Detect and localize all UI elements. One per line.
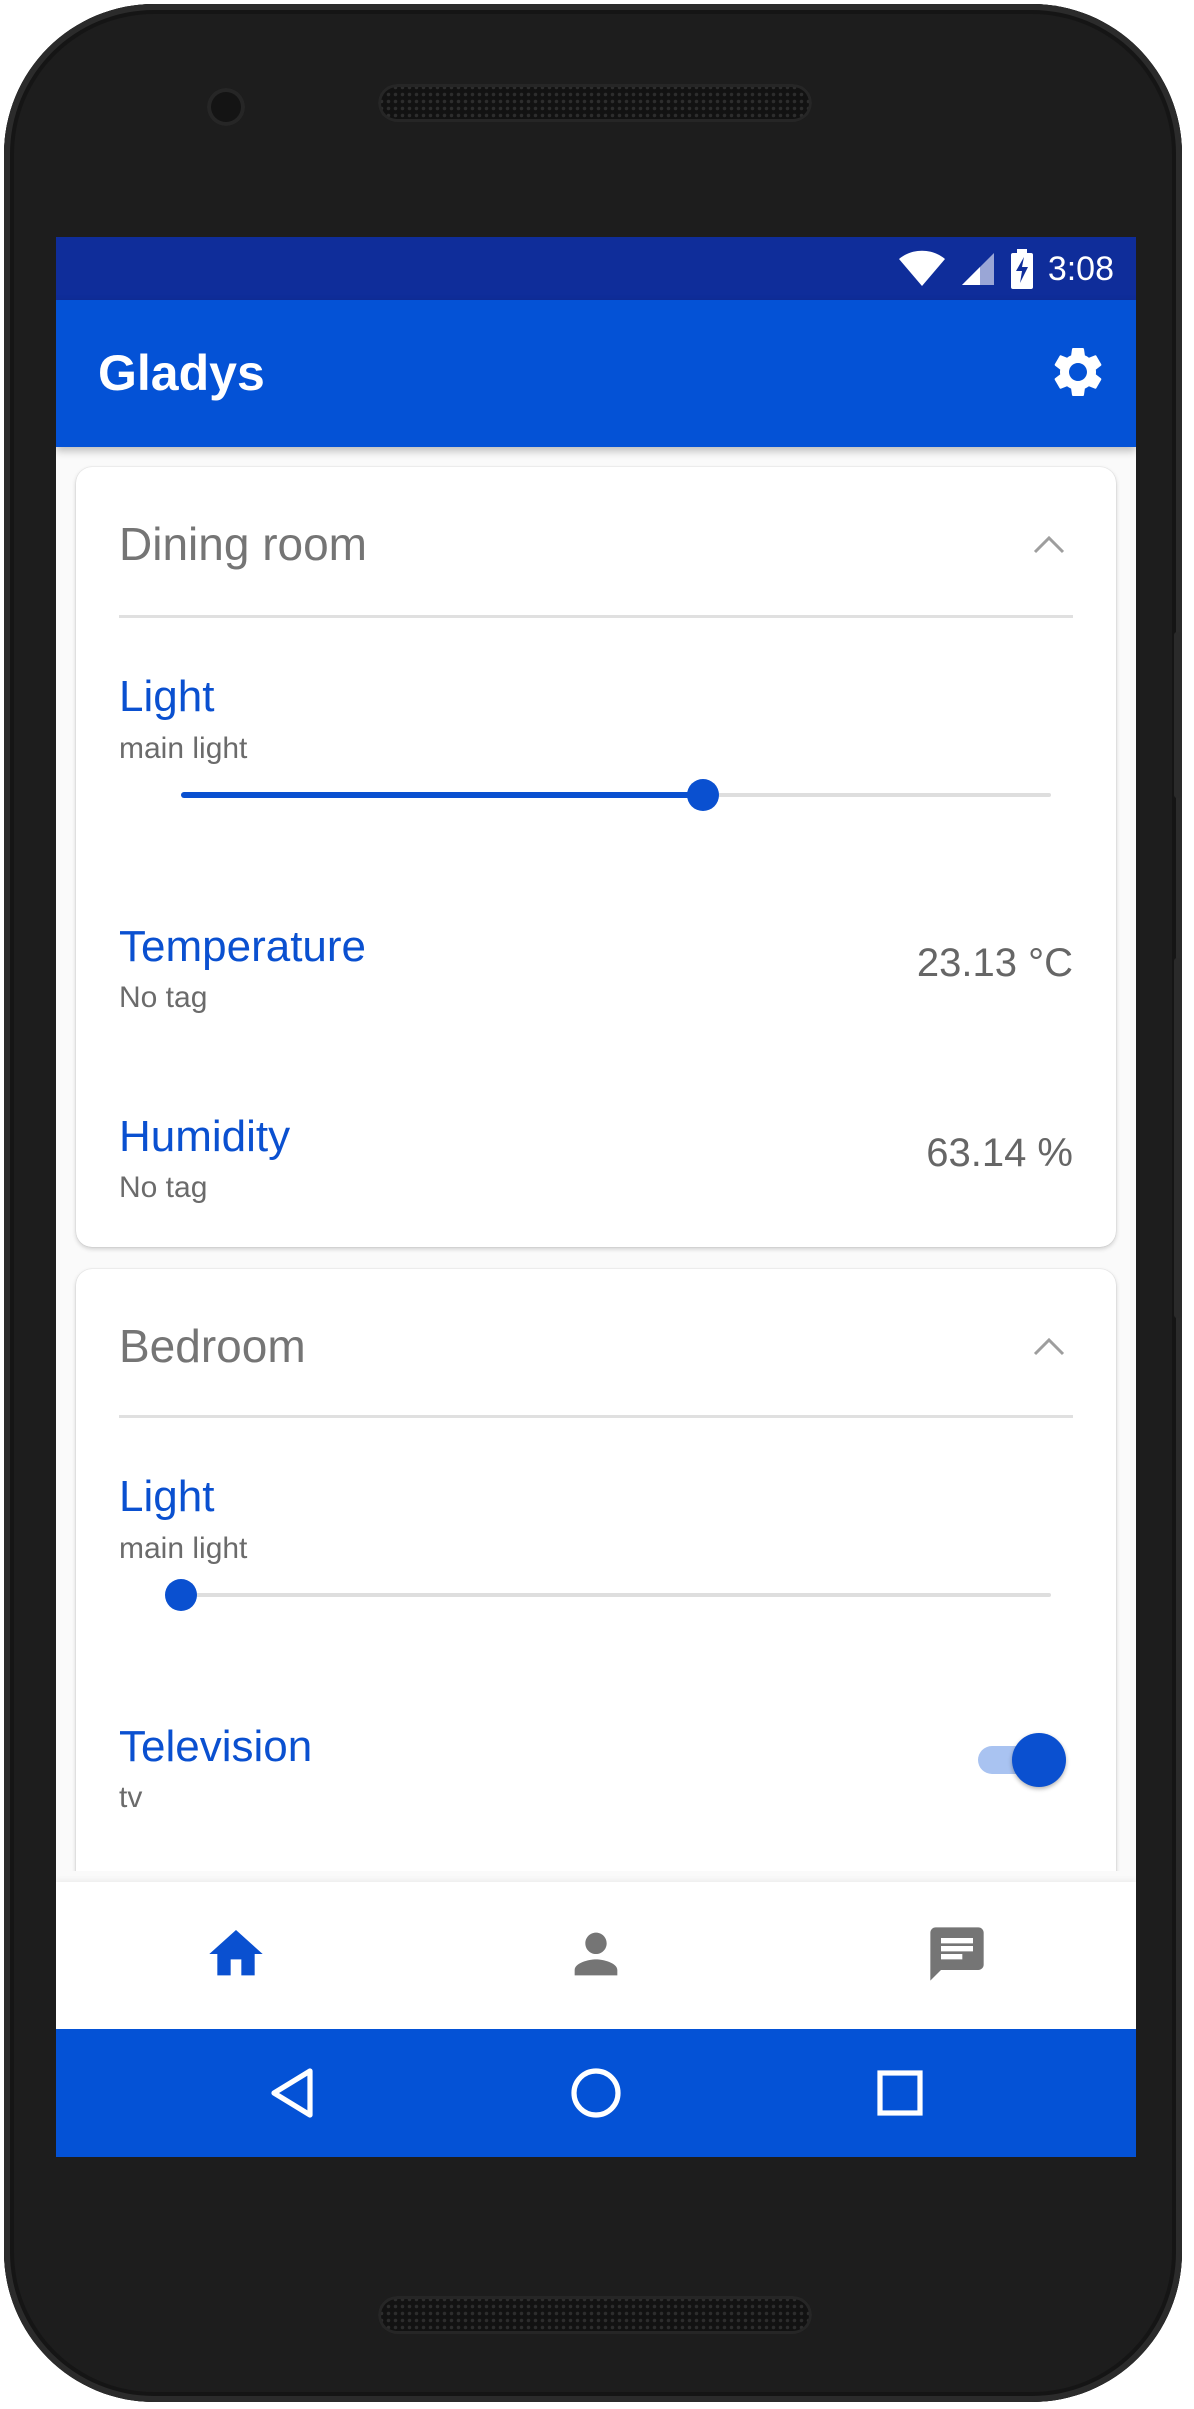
volume-button [1174,958,1182,1318]
wifi-icon [898,250,945,286]
chevron-up-icon[interactable] [1032,1335,1066,1357]
television-toggle[interactable] [978,1731,1066,1789]
room-title: Bedroom [119,1320,306,1372]
power-button [1174,632,1182,798]
device-name: Humidity [119,1112,291,1161]
home-circle-icon[interactable] [566,2063,626,2123]
battery-charging-icon [1010,249,1033,289]
temperature-value: 23.13 °C [916,941,1073,985]
device-name: Light [119,1472,215,1521]
slider-fill [181,792,703,798]
phone-frame: 3:08 Gladys Dining room Light main light [4,4,1182,2402]
room-card-bedroom: Bedroom Light main light Television tv [76,1269,1116,1871]
message-icon[interactable] [925,1922,989,1986]
app-bar: Gladys [56,300,1136,447]
card-divider [119,1415,1073,1418]
device-tag: main light [119,732,248,765]
status-bar: 3:08 [56,237,1136,300]
humidity-value: 63.14 % [926,1131,1073,1175]
back-icon[interactable] [262,2063,322,2123]
device-tag: main light [119,1532,248,1565]
card-divider [119,615,1073,618]
slider-thumb[interactable] [687,779,719,811]
device-name: Light [119,672,215,721]
brightness-slider[interactable] [181,775,1051,815]
cell-signal-icon [961,253,994,285]
app-title: Gladys [98,345,265,401]
status-time: 3:08 [1047,249,1114,288]
system-nav-bar [56,2029,1136,2157]
room-card-dining-room: Dining room Light main light Temperature… [76,467,1116,1247]
device-tag: No tag [119,981,208,1014]
room-title: Dining room [119,518,367,570]
room-list: Dining room Light main light Temperature… [56,447,1136,1871]
brightness-slider[interactable] [165,1575,1051,1615]
screen: 3:08 Gladys Dining room Light main light [56,237,1136,2157]
front-camera [207,88,245,126]
device-tag: tv [119,1781,143,1814]
device-name: Television [119,1722,313,1771]
device-tag: No tag [119,1171,208,1204]
person-icon[interactable] [564,1922,628,1986]
recents-icon[interactable] [870,2063,930,2123]
chevron-up-icon[interactable] [1032,533,1066,555]
top-speaker [378,84,812,122]
device-name: Temperature [119,922,367,971]
bottom-speaker [378,2296,812,2334]
home-icon[interactable] [204,1922,268,1986]
bottom-nav [56,1882,1136,2029]
slider-thumb[interactable] [165,1579,197,1611]
gear-icon[interactable] [1048,342,1108,402]
